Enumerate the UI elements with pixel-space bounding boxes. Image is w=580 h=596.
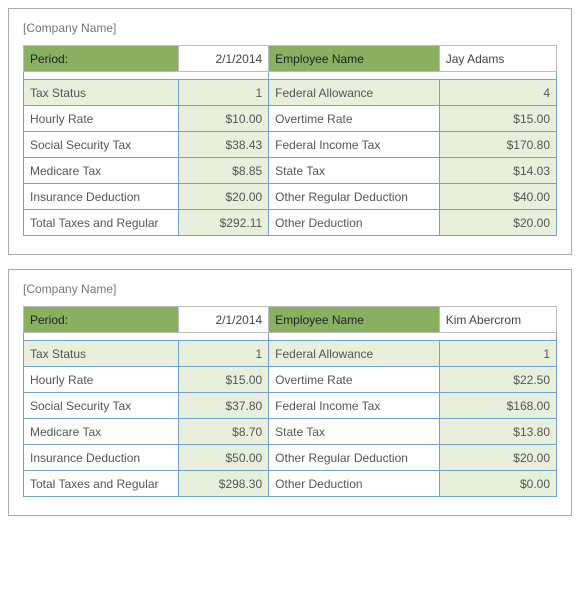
field-label: State Tax: [269, 419, 440, 445]
table-row: Tax Status1Federal Allowance4: [24, 80, 557, 106]
field-label: Insurance Deduction: [24, 445, 179, 471]
field-value: $38.43: [178, 132, 269, 158]
field-label: Other Regular Deduction: [269, 184, 440, 210]
field-label: Social Security Tax: [24, 132, 179, 158]
field-value: $10.00: [178, 106, 269, 132]
field-value: $0.00: [439, 471, 556, 497]
field-label: Overtime Rate: [269, 106, 440, 132]
field-label: Federal Allowance: [269, 341, 440, 367]
field-label: Hourly Rate: [24, 367, 179, 393]
period-label: Period:: [24, 46, 179, 72]
paystub-card: [Company Name] Period:2/1/2014Employee Na…: [8, 8, 572, 255]
field-value: $20.00: [439, 210, 556, 236]
employee-name-label: Employee Name: [269, 307, 440, 333]
field-value: $50.00: [178, 445, 269, 471]
field-label: Medicare Tax: [24, 419, 179, 445]
table-row: Social Security Tax$37.80Federal Income …: [24, 393, 557, 419]
field-label: Tax Status: [24, 341, 179, 367]
field-value: 1: [178, 80, 269, 106]
field-value: $14.03: [439, 158, 556, 184]
paystub-card: [Company Name] Period:2/1/2014Employee Na…: [8, 269, 572, 516]
table-row: Insurance Deduction$50.00Other Regular D…: [24, 445, 557, 471]
field-label: Social Security Tax: [24, 393, 179, 419]
field-label: Tax Status: [24, 80, 179, 106]
field-value: 1: [439, 341, 556, 367]
field-label: Total Taxes and Regular: [24, 210, 179, 236]
period-label: Period:: [24, 307, 179, 333]
field-value: $22.50: [439, 367, 556, 393]
field-label: Other Regular Deduction: [269, 445, 440, 471]
employee-name-value: Kim Abercrom: [439, 307, 556, 333]
company-name: [Company Name]: [23, 282, 557, 296]
table-row: Total Taxes and Regular$298.30Other Dedu…: [24, 471, 557, 497]
period-value: 2/1/2014: [178, 307, 269, 333]
field-label: Total Taxes and Regular: [24, 471, 179, 497]
table-row: Hourly Rate$10.00Overtime Rate$15.00: [24, 106, 557, 132]
field-value: $40.00: [439, 184, 556, 210]
table-row: Hourly Rate$15.00Overtime Rate$22.50: [24, 367, 557, 393]
employee-name-label: Employee Name: [269, 46, 440, 72]
field-value: $20.00: [439, 445, 556, 471]
company-name: [Company Name]: [23, 21, 557, 35]
paystub-table: Period:2/1/2014Employee NameKim Abercrom…: [23, 306, 557, 497]
field-label: Overtime Rate: [269, 367, 440, 393]
field-label: Other Deduction: [269, 210, 440, 236]
field-value: 4: [439, 80, 556, 106]
field-value: $15.00: [439, 106, 556, 132]
table-row: Tax Status1Federal Allowance1: [24, 341, 557, 367]
field-value: $8.70: [178, 419, 269, 445]
field-value: $292.11: [178, 210, 269, 236]
period-value: 2/1/2014: [178, 46, 269, 72]
field-label: State Tax: [269, 158, 440, 184]
field-label: Federal Allowance: [269, 80, 440, 106]
field-value: $8.85: [178, 158, 269, 184]
field-value: $298.30: [178, 471, 269, 497]
table-row: Medicare Tax$8.85State Tax$14.03: [24, 158, 557, 184]
table-row: Social Security Tax$38.43Federal Income …: [24, 132, 557, 158]
field-value: $37.80: [178, 393, 269, 419]
employee-name-value: Jay Adams: [439, 46, 556, 72]
field-value: $15.00: [178, 367, 269, 393]
field-value: $20.00: [178, 184, 269, 210]
field-label: Other Deduction: [269, 471, 440, 497]
field-value: 1: [178, 341, 269, 367]
field-value: $170.80: [439, 132, 556, 158]
field-value: $13.80: [439, 419, 556, 445]
table-row: Total Taxes and Regular$292.11Other Dedu…: [24, 210, 557, 236]
field-label: Medicare Tax: [24, 158, 179, 184]
paystub-table: Period:2/1/2014Employee NameJay Adams Tax…: [23, 45, 557, 236]
field-label: Federal Income Tax: [269, 132, 440, 158]
table-row: Medicare Tax$8.70State Tax$13.80: [24, 419, 557, 445]
field-value: $168.00: [439, 393, 556, 419]
field-label: Hourly Rate: [24, 106, 179, 132]
table-row: Insurance Deduction$20.00Other Regular D…: [24, 184, 557, 210]
field-label: Insurance Deduction: [24, 184, 179, 210]
field-label: Federal Income Tax: [269, 393, 440, 419]
